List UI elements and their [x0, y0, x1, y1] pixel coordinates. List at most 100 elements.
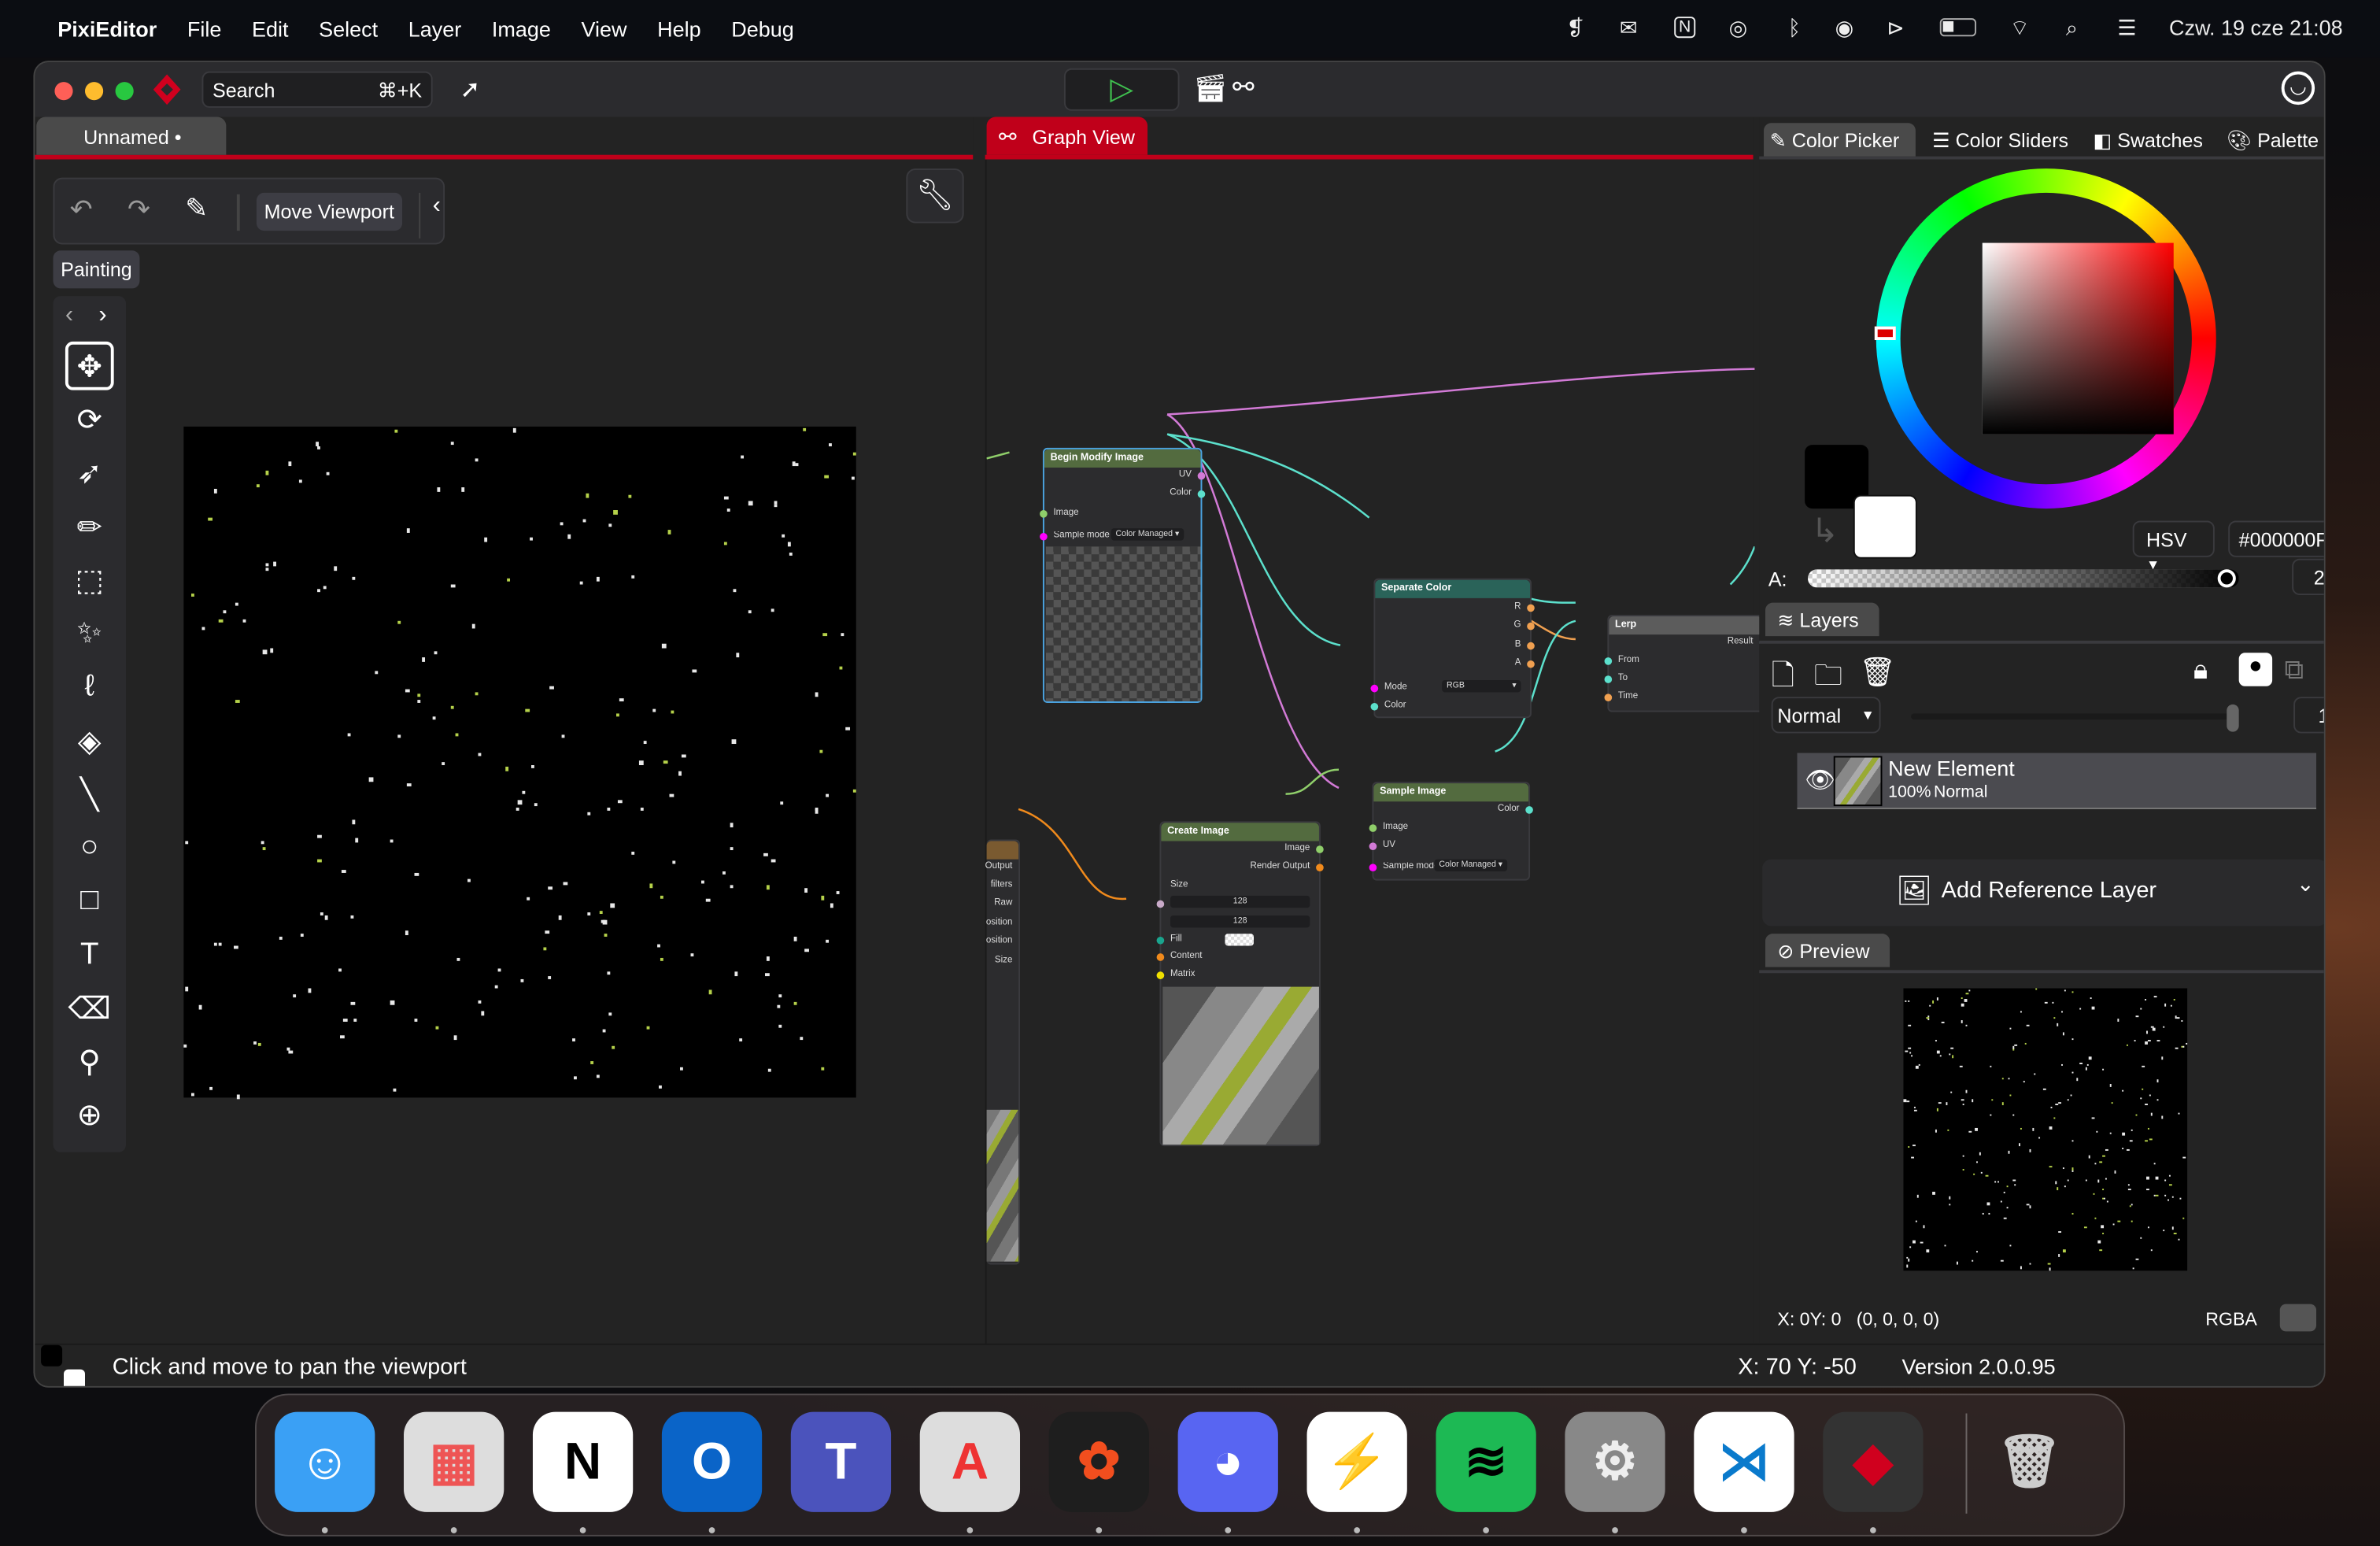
node-graph[interactable]: Output filters Raw osition osition Size …: [985, 159, 1767, 1344]
control-center-icon[interactable]: ☰: [2117, 15, 2136, 41]
figma-status-icon[interactable]: ❡: [1566, 15, 1584, 41]
undo-icon[interactable]: ↶: [70, 194, 93, 227]
dock-finder-icon[interactable]: ☺: [275, 1411, 375, 1512]
dock-teams-icon[interactable]: T: [790, 1411, 892, 1512]
socket-r[interactable]: [1527, 604, 1535, 612]
move-tool-icon[interactable]: ✥: [65, 341, 114, 390]
socket-from[interactable]: [1604, 657, 1613, 665]
menu-help[interactable]: Help: [657, 17, 701, 41]
dock-notion-icon[interactable]: N: [532, 1411, 634, 1512]
account-icon[interactable]: ◡: [2281, 71, 2315, 105]
height-input[interactable]: 128: [1170, 915, 1310, 928]
alpha-input[interactable]: 255: [2292, 558, 2324, 596]
socket-color-out[interactable]: [1525, 806, 1533, 814]
alpha-slider[interactable]: [1807, 569, 2239, 588]
color-mode-dropdown[interactable]: HSV ▼: [2132, 520, 2215, 572]
sample-mode-dropdown[interactable]: Color Managed ▾: [1111, 528, 1184, 541]
run-button[interactable]: ▷: [1063, 68, 1180, 111]
visibility-eye-icon[interactable]: 👁︎: [1805, 765, 1835, 796]
play-status-icon[interactable]: ⊳: [1887, 15, 1905, 41]
node-sample-image[interactable]: Sample Image Color Image UV Sample mode …: [1369, 782, 1533, 881]
socket-color-in[interactable]: [1370, 702, 1379, 711]
bluetooth-icon[interactable]: ᛒ: [1788, 15, 1801, 39]
saturation-value-square[interactable]: [1982, 242, 2174, 435]
rectangle-select-icon[interactable]: ⬚: [65, 556, 114, 605]
battery-icon[interactable]: [1939, 18, 1977, 37]
maximize-window-button[interactable]: [115, 82, 134, 101]
channel-selector[interactable]: RGBA: [2205, 1308, 2257, 1330]
partial-node[interactable]: Output filters Raw osition osition Size: [985, 839, 1021, 1265]
tab-layers[interactable]: ≋ Layers: [1765, 602, 1879, 637]
swap-colors-icon[interactable]: ↳: [1811, 512, 1839, 551]
socket-time[interactable]: [1604, 693, 1613, 702]
menu-debug[interactable]: Debug: [731, 17, 794, 41]
close-window-button[interactable]: [54, 82, 73, 101]
line-tool-icon[interactable]: ╲: [65, 770, 114, 819]
socket-mode[interactable]: [1370, 684, 1379, 693]
drawing-canvas[interactable]: [183, 426, 857, 1099]
node-lerp[interactable]: Lerp Result From To Time: [1604, 615, 1767, 712]
socket-uv[interactable]: [1197, 472, 1206, 480]
width-input[interactable]: 128: [1170, 895, 1310, 908]
opacity-slider-handle[interactable]: [2227, 704, 2239, 732]
redo-icon[interactable]: ↷: [128, 194, 150, 227]
dock-outlook-icon[interactable]: O: [661, 1411, 763, 1512]
dock-figma-icon[interactable]: ✿: [1048, 1411, 1149, 1512]
sample-mode-dropdown[interactable]: Color Managed ▾: [1434, 859, 1507, 872]
loop-status-icon[interactable]: ◎: [1729, 15, 1748, 41]
mask-icon[interactable]: ●: [2238, 653, 2273, 686]
dock-system-settings-icon[interactable]: ⚙: [1565, 1411, 1665, 1512]
tab-color-picker[interactable]: ✎ Color Picker: [1764, 123, 1916, 157]
collapse-toolbar-icon[interactable]: ‹: [419, 192, 441, 239]
eraser-icon[interactable]: ⌫: [65, 984, 114, 1033]
socket-image[interactable]: [1369, 824, 1377, 832]
zoom-tool-icon[interactable]: ⊕: [65, 1090, 114, 1139]
clock[interactable]: Czw. 19 cze 21:08: [2169, 15, 2343, 39]
move-viewport-tool-label[interactable]: Move Viewport: [256, 192, 402, 231]
dock-messenger-icon[interactable]: ⚡: [1306, 1411, 1407, 1512]
menu-file[interactable]: File: [187, 17, 222, 41]
fill-color-swatch[interactable]: [1225, 934, 1255, 946]
tab-unnamed[interactable]: Unnamed •: [36, 117, 227, 155]
node-separate-color[interactable]: Separate Color R G B A Mode RGB ▾ Color: [1370, 578, 1535, 719]
socket-image-out[interactable]: [1316, 845, 1324, 853]
socket-color[interactable]: [1197, 490, 1206, 498]
dock-affinity-icon[interactable]: A: [919, 1411, 1021, 1512]
add-reference-layer-button[interactable]: 🖼︎ Add Reference Layer ⌄: [1762, 859, 2324, 926]
ellipse-tool-icon[interactable]: ○: [65, 823, 114, 871]
spotlight-icon[interactable]: ⌕: [2066, 15, 2078, 41]
minimize-window-button[interactable]: [85, 82, 104, 101]
menu-edit[interactable]: Edit: [252, 17, 289, 41]
socket-content[interactable]: [1156, 953, 1165, 961]
socket-render-output[interactable]: [1316, 864, 1324, 872]
viewport-settings-button[interactable]: 🔧︎: [906, 168, 964, 224]
socket-sample-mode[interactable]: [1040, 532, 1048, 541]
primary-color-mini[interactable]: [41, 1344, 63, 1367]
menu-image[interactable]: Image: [492, 17, 551, 41]
dock-spotify-icon[interactable]: ≋: [1436, 1411, 1536, 1512]
lock-alpha-icon[interactable]: 🔒︎: [2193, 654, 2208, 686]
socket-image[interactable]: [1040, 510, 1048, 518]
edit-icon[interactable]: ✎: [185, 193, 208, 225]
merge-layer-icon[interactable]: ⧉: [2285, 654, 2304, 686]
menu-app[interactable]: PixiEditor: [57, 17, 157, 41]
alpha-slider-handle[interactable]: [2217, 569, 2236, 588]
new-folder-icon[interactable]: 🗀︎: [1814, 654, 1843, 703]
socket-b[interactable]: [1527, 642, 1535, 650]
animation-clapper-icon[interactable]: 🎬︎: [1193, 73, 1228, 105]
fill-bucket-icon[interactable]: ◈: [65, 716, 114, 765]
lasso-icon[interactable]: ℓ: [65, 662, 114, 711]
eyedropper-icon[interactable]: ⚲: [65, 1037, 114, 1086]
menu-layer[interactable]: Layer: [408, 17, 462, 41]
socket-g[interactable]: [1527, 622, 1535, 631]
secondary-color-mini[interactable]: [64, 1369, 86, 1386]
secondary-color-swatch[interactable]: [1853, 494, 1917, 559]
pen-tool-icon[interactable]: ✏: [65, 502, 114, 551]
new-layer-icon[interactable]: 🗋︎: [1772, 654, 1794, 703]
tab-preview[interactable]: ⊘ Preview: [1765, 934, 1890, 967]
opacity-slider[interactable]: [1911, 713, 2233, 720]
tab-graph-view[interactable]: ⚯ Graph View: [986, 117, 1148, 155]
prev-toolset-icon[interactable]: ‹: [65, 302, 73, 330]
wifi-icon[interactable]: ⌔: [2009, 15, 2029, 43]
tab-color-sliders[interactable]: ☰ Color Sliders: [1926, 123, 2068, 156]
